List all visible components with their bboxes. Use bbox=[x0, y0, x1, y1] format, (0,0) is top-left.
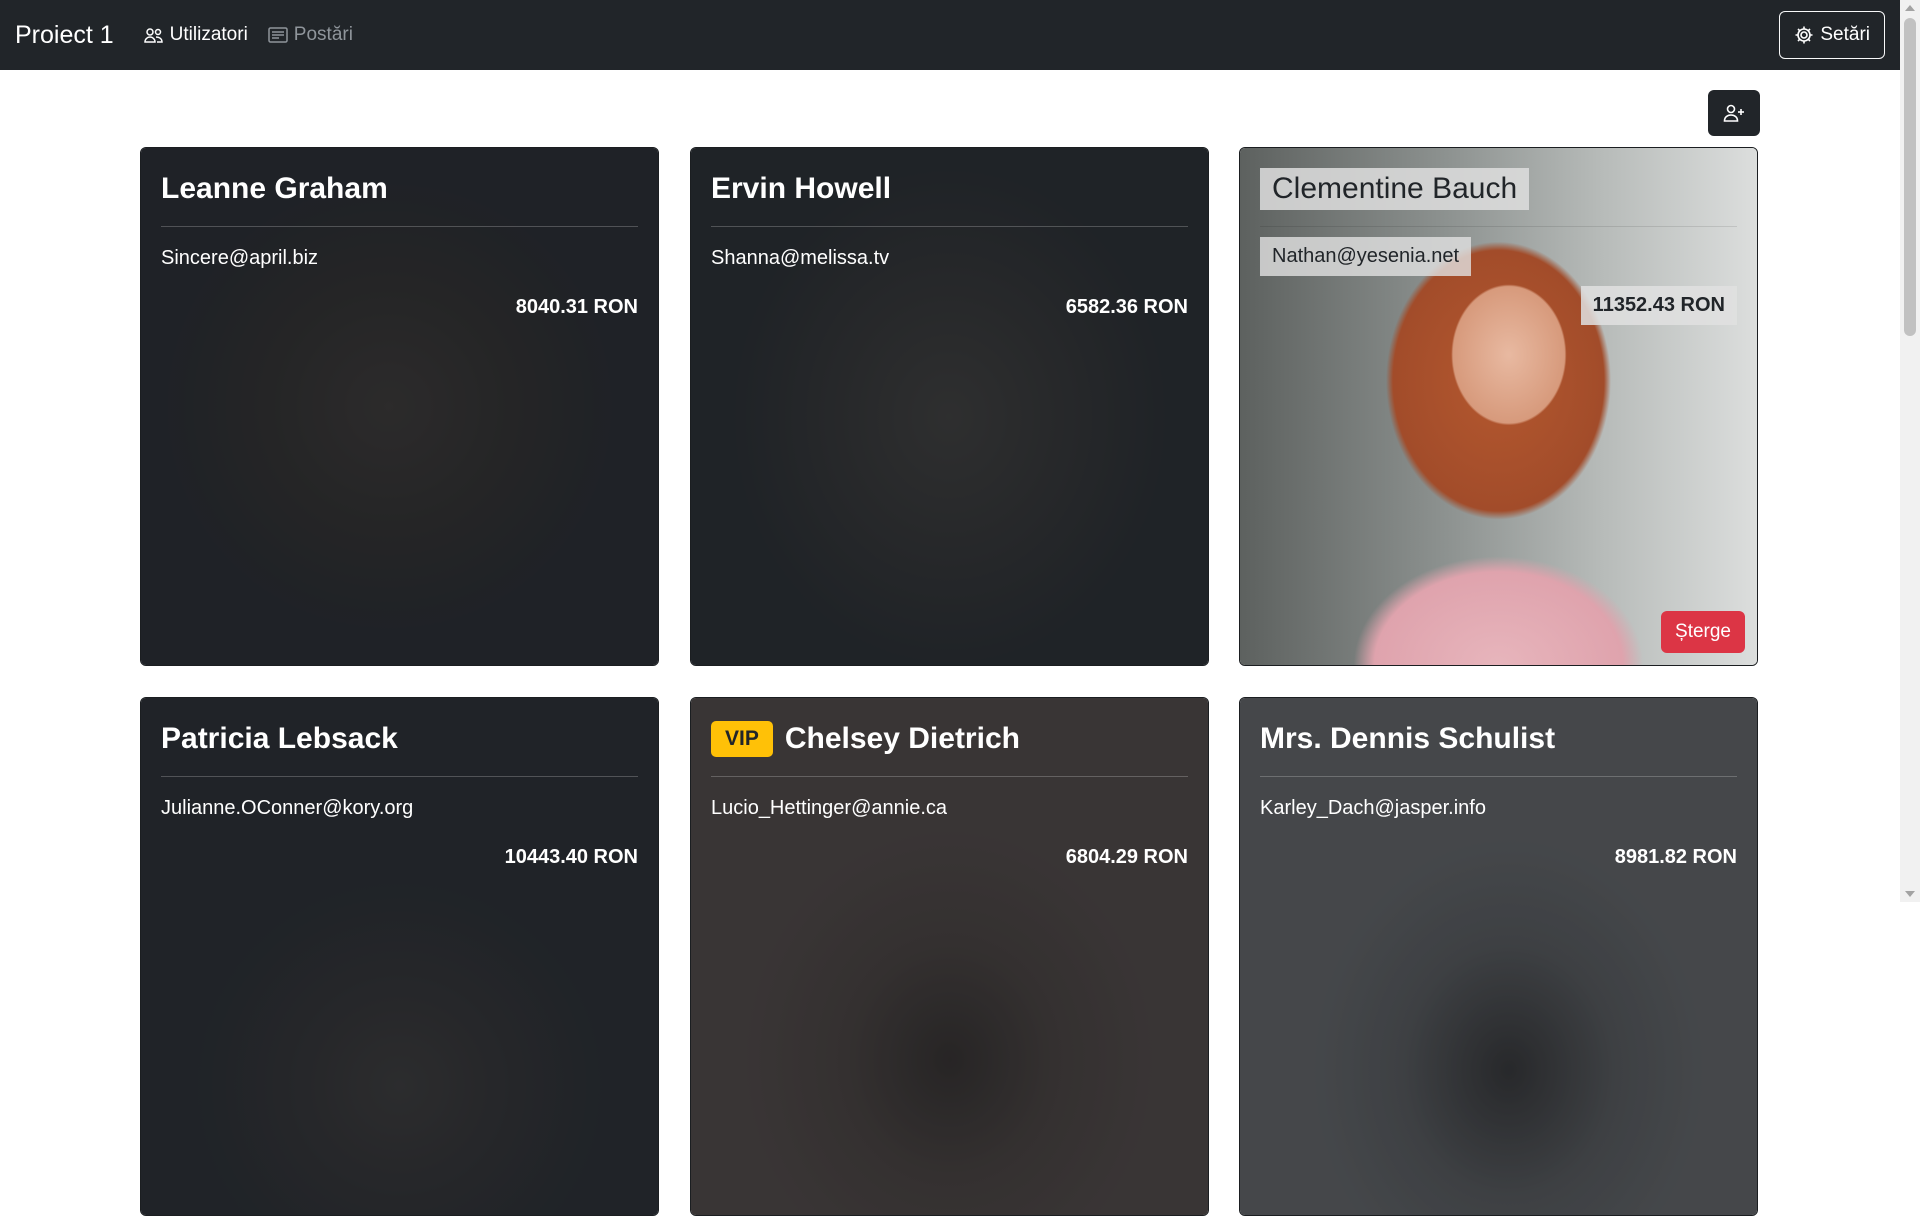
user-salary: 11352.43 RON bbox=[1580, 286, 1737, 325]
person-plus-icon bbox=[1723, 104, 1744, 122]
posts-icon bbox=[268, 27, 288, 43]
vip-badge: VIP bbox=[711, 721, 773, 757]
user-card[interactable]: Clementine Bauch Nathan@yesenia.net 1135… bbox=[1239, 147, 1758, 666]
nav-link-users-label: Utilizatori bbox=[169, 24, 248, 45]
settings-label: Setări bbox=[1820, 24, 1870, 45]
users-icon bbox=[143, 28, 163, 43]
delete-button[interactable]: Șterge bbox=[1661, 611, 1745, 653]
scroll-down-arrow-icon[interactable] bbox=[1905, 891, 1915, 897]
top-navbar: Proiect 1 Utilizatori Postări Setări bbox=[0, 0, 1900, 70]
divider bbox=[161, 776, 638, 777]
scroll-up-arrow-icon[interactable] bbox=[1905, 5, 1915, 11]
add-user-button[interactable] bbox=[1708, 90, 1760, 136]
user-card[interactable]: Mrs. Dennis Schulist Karley_Dach@jasper.… bbox=[1239, 697, 1758, 1216]
user-name: Clementine Bauch bbox=[1260, 168, 1530, 210]
user-salary: 6582.36 RON bbox=[1065, 296, 1188, 318]
user-card[interactable]: Leanne Graham Sincere@april.biz 8040.31 … bbox=[140, 147, 659, 666]
nav-link-posts-label: Postări bbox=[293, 24, 353, 45]
user-name: Mrs. Dennis Schulist bbox=[1260, 722, 1556, 755]
user-email: Lucio_Hettinger@annie.ca bbox=[711, 797, 948, 819]
divider bbox=[711, 776, 1188, 777]
user-name: Ervin Howell bbox=[711, 172, 892, 205]
divider bbox=[161, 226, 638, 227]
user-email: Julianne.OConner@kory.org bbox=[161, 797, 414, 819]
gear-icon bbox=[1795, 26, 1813, 44]
brand[interactable]: Proiect 1 bbox=[15, 21, 114, 50]
user-salary: 8981.82 RON bbox=[1614, 846, 1737, 868]
user-email: Karley_Dach@jasper.info bbox=[1260, 797, 1486, 819]
user-email: Shanna@melissa.tv bbox=[711, 247, 890, 269]
user-name: Leanne Graham bbox=[161, 172, 388, 205]
user-salary: 8040.31 RON bbox=[515, 296, 638, 318]
user-email: Sincere@april.biz bbox=[161, 247, 319, 269]
user-name: Chelsey Dietrich bbox=[784, 722, 1020, 755]
user-card[interactable]: VIP Chelsey Dietrich Lucio_Hettinger@ann… bbox=[690, 697, 1209, 1216]
user-salary: 10443.40 RON bbox=[504, 846, 638, 868]
vertical-scrollbar[interactable] bbox=[1900, 0, 1920, 902]
nav-link-posts[interactable]: Postări bbox=[268, 24, 353, 46]
user-name: Patricia Lebsack bbox=[161, 722, 398, 755]
user-salary: 6804.29 RON bbox=[1065, 846, 1188, 868]
divider bbox=[1260, 776, 1737, 777]
settings-button[interactable]: Setări bbox=[1779, 11, 1885, 59]
user-card[interactable]: Ervin Howell Shanna@melissa.tv 6582.36 R… bbox=[690, 147, 1209, 666]
scrollbar-thumb[interactable] bbox=[1904, 18, 1916, 336]
user-email: Nathan@yesenia.net bbox=[1260, 237, 1472, 276]
nav-link-users[interactable]: Utilizatori bbox=[143, 24, 248, 46]
user-card[interactable]: Patricia Lebsack Julianne.OConner@kory.o… bbox=[140, 697, 659, 1216]
divider bbox=[711, 226, 1188, 227]
divider bbox=[1260, 226, 1737, 227]
